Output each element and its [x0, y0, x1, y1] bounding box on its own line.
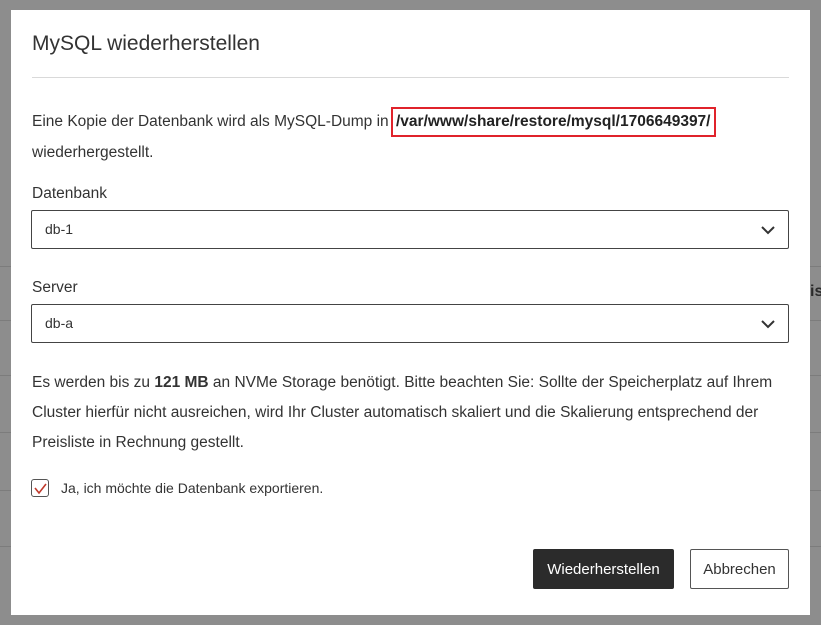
export-confirm-checkbox[interactable]: [31, 479, 49, 497]
database-label: Datenbank: [32, 185, 107, 202]
database-select[interactable]: db-1: [31, 210, 789, 249]
storage-amount: 121 MB: [154, 374, 209, 391]
server-select-value: db-a: [45, 315, 74, 331]
database-select-value: db-1: [45, 221, 74, 237]
restore-button[interactable]: Wiederherstellen: [533, 549, 674, 589]
storage-note-before: Es werden bis zu: [32, 374, 155, 391]
intro-text-before: Eine Kopie der Datenbank wird als MySQL-…: [32, 113, 389, 130]
intro-text-after: wiederhergestellt.: [32, 144, 154, 161]
cancel-button[interactable]: Abbrechen: [690, 549, 789, 589]
chevron-down-icon: [761, 226, 775, 235]
background-text-fragment: is: [810, 283, 821, 300]
server-label: Server: [32, 279, 78, 296]
title-divider: [32, 77, 789, 78]
dialog-title: MySQL wiederherstellen: [32, 32, 260, 55]
chevron-down-icon: [761, 320, 775, 329]
server-select[interactable]: db-a: [31, 304, 789, 343]
storage-note: Es werden bis zu 121 MB an NVMe Storage …: [32, 368, 792, 458]
restore-path-highlight: /var/www/share/restore/mysql/1706649397/: [390, 107, 716, 137]
intro-text: Eine Kopie der Datenbank wird als MySQL-…: [32, 106, 792, 168]
export-confirm-label[interactable]: Ja, ich möchte die Datenbank exportieren…: [61, 480, 323, 496]
restore-mysql-dialog: MySQL wiederherstellen Eine Kopie der Da…: [11, 10, 810, 615]
checkmark-icon: [34, 483, 47, 495]
